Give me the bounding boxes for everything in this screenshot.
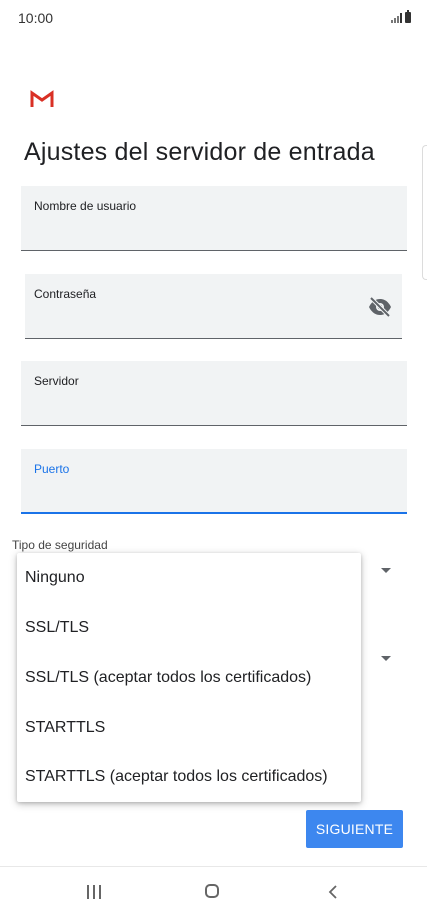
status-icons [391,10,411,23]
status-bar: 10:00 [0,0,427,36]
security-dropdown-arrow-icon[interactable] [381,568,391,573]
menu-item-ssl-tls[interactable]: SSL/TLS [17,603,361,653]
nav-bar [0,867,427,916]
port-label: Puerto [34,462,70,476]
security-type-label: Tipo de seguridad [12,538,108,552]
username-label: Nombre de usuario [34,199,137,213]
signal-icon [391,13,402,23]
username-field[interactable]: Nombre de usuario [21,186,407,251]
next-button[interactable]: SIGUIENTE [306,810,403,848]
server-field[interactable]: Servidor [21,361,407,426]
menu-item-starttls[interactable]: STARTTLS [17,703,361,753]
eye-off-icon[interactable] [368,297,392,317]
back-icon[interactable] [325,884,341,900]
gmail-logo [30,90,54,107]
password-field[interactable]: Contraseña [25,274,402,339]
recent-apps-icon[interactable] [87,885,101,899]
home-icon[interactable] [205,884,219,898]
port-field[interactable]: Puerto [21,449,407,514]
server-label: Servidor [34,374,79,388]
password-label: Contraseña [34,287,97,301]
status-time: 10:00 [18,10,54,26]
page-title: Ajustes del servidor de entrada [24,138,375,166]
scroll-indicator [422,145,427,280]
menu-item-none[interactable]: Ninguno [17,553,361,603]
menu-item-starttls-accept-all[interactable]: STARTTLS (aceptar todos los certificados… [17,752,361,802]
battery-icon [405,10,411,23]
security-type-menu: Ninguno SSL/TLS SSL/TLS (aceptar todos l… [17,553,361,802]
menu-item-ssl-tls-accept-all[interactable]: SSL/TLS (aceptar todos los certificados) [17,653,361,703]
dropdown-arrow-icon[interactable] [381,656,391,661]
